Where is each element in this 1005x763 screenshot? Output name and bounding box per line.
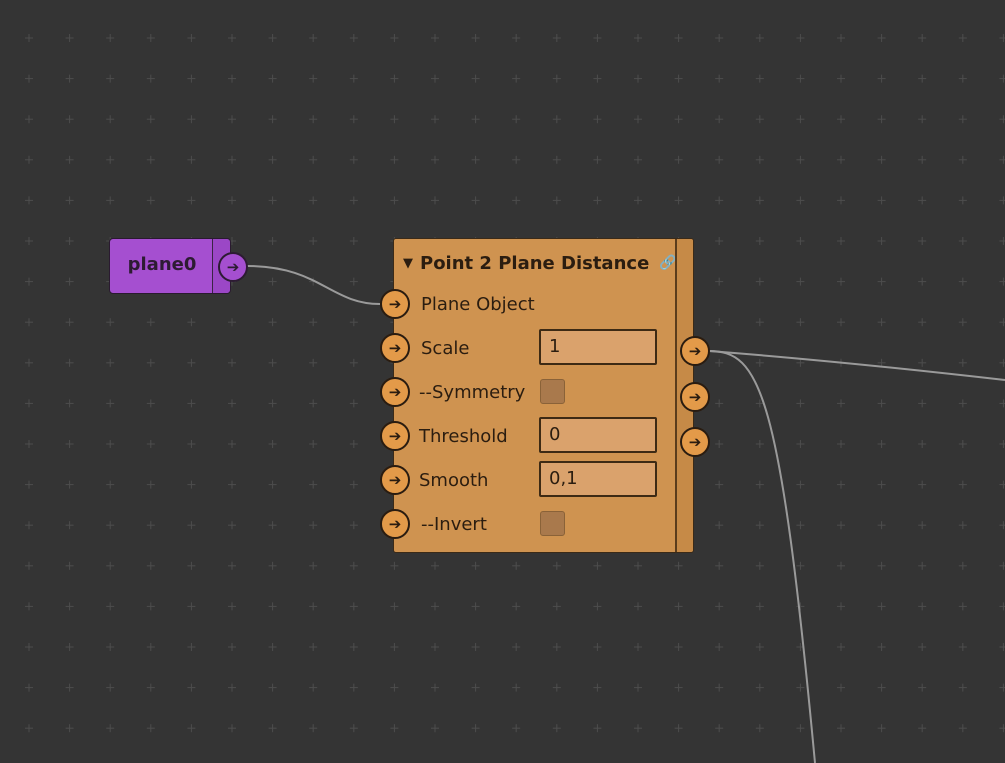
param-label-invert: --Invert	[421, 514, 487, 535]
arrow-right-icon: ➔	[226, 257, 240, 276]
input-socket-threshold[interactable]: ➔	[380, 421, 410, 451]
invert-checkbox[interactable]	[540, 511, 565, 536]
arrow-right-icon: ➔	[388, 338, 402, 357]
arrow-right-icon: ➔	[388, 294, 402, 313]
input-socket-scale[interactable]: ➔	[380, 333, 410, 363]
arrow-right-icon: ➔	[688, 432, 702, 451]
input-socket-invert[interactable]: ➔	[380, 509, 410, 539]
point-2-plane-distance-node[interactable]: ▼ Point 2 Plane Distance 🔗 Plane Object …	[393, 238, 694, 553]
input-socket-plane-object[interactable]: ➔	[380, 289, 410, 319]
param-label-smooth: Smooth	[419, 470, 489, 491]
param-label-scale: Scale	[421, 338, 470, 359]
smooth-field[interactable]: 0,1	[539, 461, 657, 497]
node-editor-canvas[interactable]: plane0 ➔ ▼ Point 2 Plane Distance 🔗 Plan…	[0, 0, 1005, 763]
arrow-right-icon: ➔	[688, 341, 702, 360]
arrow-right-icon: ➔	[388, 514, 402, 533]
param-label-threshold: Threshold	[419, 426, 508, 447]
node-title: Point 2 Plane Distance	[420, 252, 650, 274]
wire-output-to-right[interactable]	[708, 350, 1005, 381]
plane0-node[interactable]: plane0	[109, 238, 231, 294]
wire-plane0-to-plane-object[interactable]	[246, 265, 381, 305]
plane0-node-title: plane0	[127, 254, 197, 275]
param-label-plane-object: Plane Object	[421, 294, 535, 315]
input-socket-symmetry[interactable]: ➔	[380, 377, 410, 407]
triangle-down-icon[interactable]: ▼	[403, 256, 413, 271]
param-label-symmetry: --Symmetry	[419, 382, 526, 403]
arrow-right-icon: ➔	[388, 382, 402, 401]
node-header[interactable]: ▼ Point 2 Plane Distance 🔗	[403, 251, 677, 275]
output-socket-2[interactable]: ➔	[680, 382, 710, 412]
scale-field[interactable]: 1	[539, 329, 657, 365]
output-socket-3[interactable]: ➔	[680, 427, 710, 457]
symmetry-checkbox[interactable]	[540, 379, 565, 404]
arrow-right-icon: ➔	[688, 387, 702, 406]
wire-output-to-bottom[interactable]	[708, 350, 816, 763]
threshold-field[interactable]: 0	[539, 417, 657, 453]
plane0-output-socket[interactable]: ➔	[218, 252, 248, 282]
output-socket-1[interactable]: ➔	[680, 336, 710, 366]
input-socket-smooth[interactable]: ➔	[380, 465, 410, 495]
arrow-right-icon: ➔	[388, 426, 402, 445]
arrow-right-icon: ➔	[388, 470, 402, 489]
